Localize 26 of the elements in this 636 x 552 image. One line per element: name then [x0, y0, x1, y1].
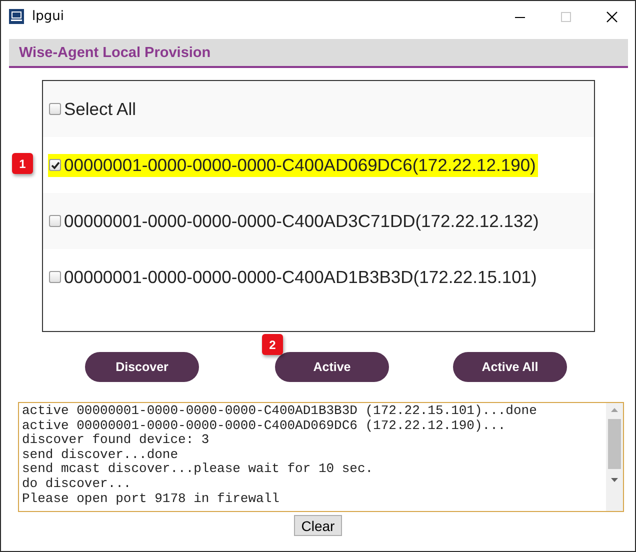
log-area[interactable] — [18, 402, 624, 512]
callout-badge: 1 — [12, 153, 33, 174]
callout-badge: 2 — [262, 334, 283, 355]
device-label: 00000001-0000-0000-0000-C400AD1B3B3D(172.22.15.101) — [64, 266, 537, 288]
app-icon — [9, 9, 24, 24]
checkbox[interactable] — [49, 103, 61, 115]
log-line: Please open port 9178 in firewall — [22, 492, 280, 506]
header-title: Wise-Agent Local Provision — [19, 44, 211, 60]
window-title: lpgui — [32, 9, 64, 24]
select-all-label: Select All — [64, 98, 136, 120]
checkbox[interactable] — [49, 271, 61, 283]
action-button[interactable]: Active All — [453, 352, 567, 382]
action-button[interactable]: Discover — [85, 352, 199, 382]
log-line: do discover... — [22, 476, 132, 492]
action-button[interactable]: Active — [275, 352, 389, 382]
checkbox[interactable] — [49, 159, 61, 171]
device-label: 00000001-0000-0000-0000-C400AD069DC6(172.22.12.190) — [64, 154, 536, 176]
log-line: discover found device: 3 — [22, 433, 210, 448]
clear-button[interactable]: Clear — [294, 515, 342, 536]
device-label: 00000001-0000-0000-0000-C400AD3C71DD(172.22.12.132) — [64, 210, 539, 232]
scrollbar[interactable] — [606, 403, 623, 511]
log-line: active 00000001-0000-0000-0000-C400AD1B3B3D (172.22.15.101)...done — [22, 404, 538, 419]
log-line: send mcast discover...please wait for 10 sec. — [22, 462, 374, 477]
log-line: send discover...done — [22, 448, 180, 462]
checkbox[interactable] — [49, 215, 61, 227]
log-line: active 00000001-0000-0000-0000-C400AD069DC6 (172.22.12.190)... — [22, 418, 507, 434]
